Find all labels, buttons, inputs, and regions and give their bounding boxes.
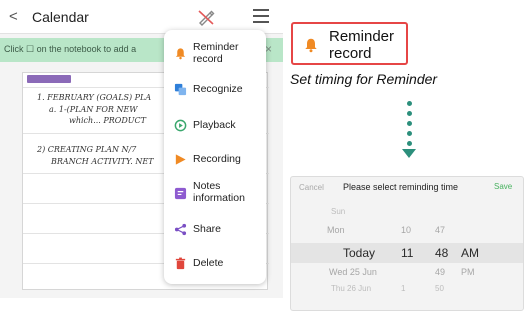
handwriting-line: 2) CREATING PLAN N/7: [37, 145, 137, 154]
callout-label: Reminder record: [329, 28, 395, 62]
connector-dot: [407, 121, 412, 126]
playback-icon: [174, 119, 187, 132]
menu-item-recognize[interactable]: Recognize: [164, 74, 266, 104]
menu-item-playback[interactable]: Playback: [164, 110, 266, 140]
picker-minute: 49: [435, 267, 446, 277]
pen-icon[interactable]: [196, 7, 216, 27]
connector-dot: [407, 141, 412, 146]
menu-item-label: Playback: [193, 119, 236, 131]
picker-hour: 10: [401, 225, 412, 235]
menu-item-label: Reminder record: [193, 41, 239, 65]
arrow-down-icon: [402, 149, 416, 158]
picker-day: Today: [343, 246, 376, 260]
picker-header: Cancel Please select reminding time Save: [291, 177, 523, 197]
picker-hour: 1: [401, 284, 406, 293]
connector-dot: [407, 131, 412, 136]
notes-info-icon: [174, 187, 187, 200]
picker-minute: 48: [435, 246, 449, 260]
menu-item-label: Notes information: [193, 180, 245, 204]
hamburger-icon[interactable]: [253, 9, 269, 23]
picker-title: Please select reminding time: [343, 182, 459, 192]
top-bar: < Calendar: [0, 0, 283, 34]
bell-icon: [305, 38, 317, 53]
page-title: Calendar: [32, 9, 89, 25]
picker-minute: 50: [435, 284, 444, 293]
menu-item-label: Delete: [193, 257, 224, 269]
menu-item-notes-information[interactable]: Notes information: [164, 176, 266, 212]
close-icon[interactable]: ×: [265, 42, 272, 56]
menu-item-recording[interactable]: Recording: [164, 144, 266, 174]
picker-minute: 47: [435, 225, 446, 235]
recording-icon: [175, 154, 186, 165]
handwriting-line: 1. FEBRUARY (GOALS) PLA: [37, 93, 152, 102]
picker-day: Wed 25 Jun: [329, 267, 377, 277]
picker-ampm: PM: [461, 267, 475, 277]
connector-dot: [407, 111, 412, 116]
caption: Set timing for Reminder: [290, 71, 438, 87]
connector-dot: [407, 101, 412, 106]
menu-item-label: Share: [193, 223, 222, 235]
picker-day: Thu 26 Jun: [331, 284, 372, 293]
menu-item-delete[interactable]: Delete: [164, 248, 266, 278]
picker-day: Sun: [331, 207, 346, 216]
picker-ampm: AM: [461, 246, 479, 260]
handwriting-line: a. 1-(PLAN FOR NEW: [49, 105, 138, 114]
popup-menu: Reminder record Recognize Playback Recor…: [164, 30, 266, 284]
notebook-tag: [27, 75, 71, 83]
picker-hour: 11: [401, 246, 414, 260]
handwriting-line: BRANCH ACTIVITY. NET: [51, 157, 154, 166]
chevron-left-icon[interactable]: <: [9, 8, 18, 25]
time-picker-panel: Cancel Please select reminding time Save…: [290, 176, 524, 311]
bell-icon: [175, 48, 186, 60]
share-icon: [174, 223, 187, 236]
menu-item-share[interactable]: Share: [164, 214, 266, 244]
picker-day: Mon: [327, 225, 345, 235]
recognize-icon: [174, 83, 187, 96]
menu-item-label: Recognize: [193, 83, 243, 95]
phone-screenshot: < Calendar Click ☐ on the notebook to ad…: [0, 0, 283, 298]
save-button[interactable]: Save: [494, 182, 512, 191]
handwriting-line: which... PRODUCT: [69, 116, 146, 125]
cancel-button[interactable]: Cancel: [299, 183, 324, 192]
menu-item-reminder-record[interactable]: Reminder record: [164, 36, 266, 70]
hint-text: Click ☐ on the notebook to add a: [4, 44, 137, 54]
menu-item-label: Recording: [193, 153, 241, 165]
trash-icon: [175, 257, 186, 270]
reminder-record-callout: Reminder record: [291, 22, 408, 65]
